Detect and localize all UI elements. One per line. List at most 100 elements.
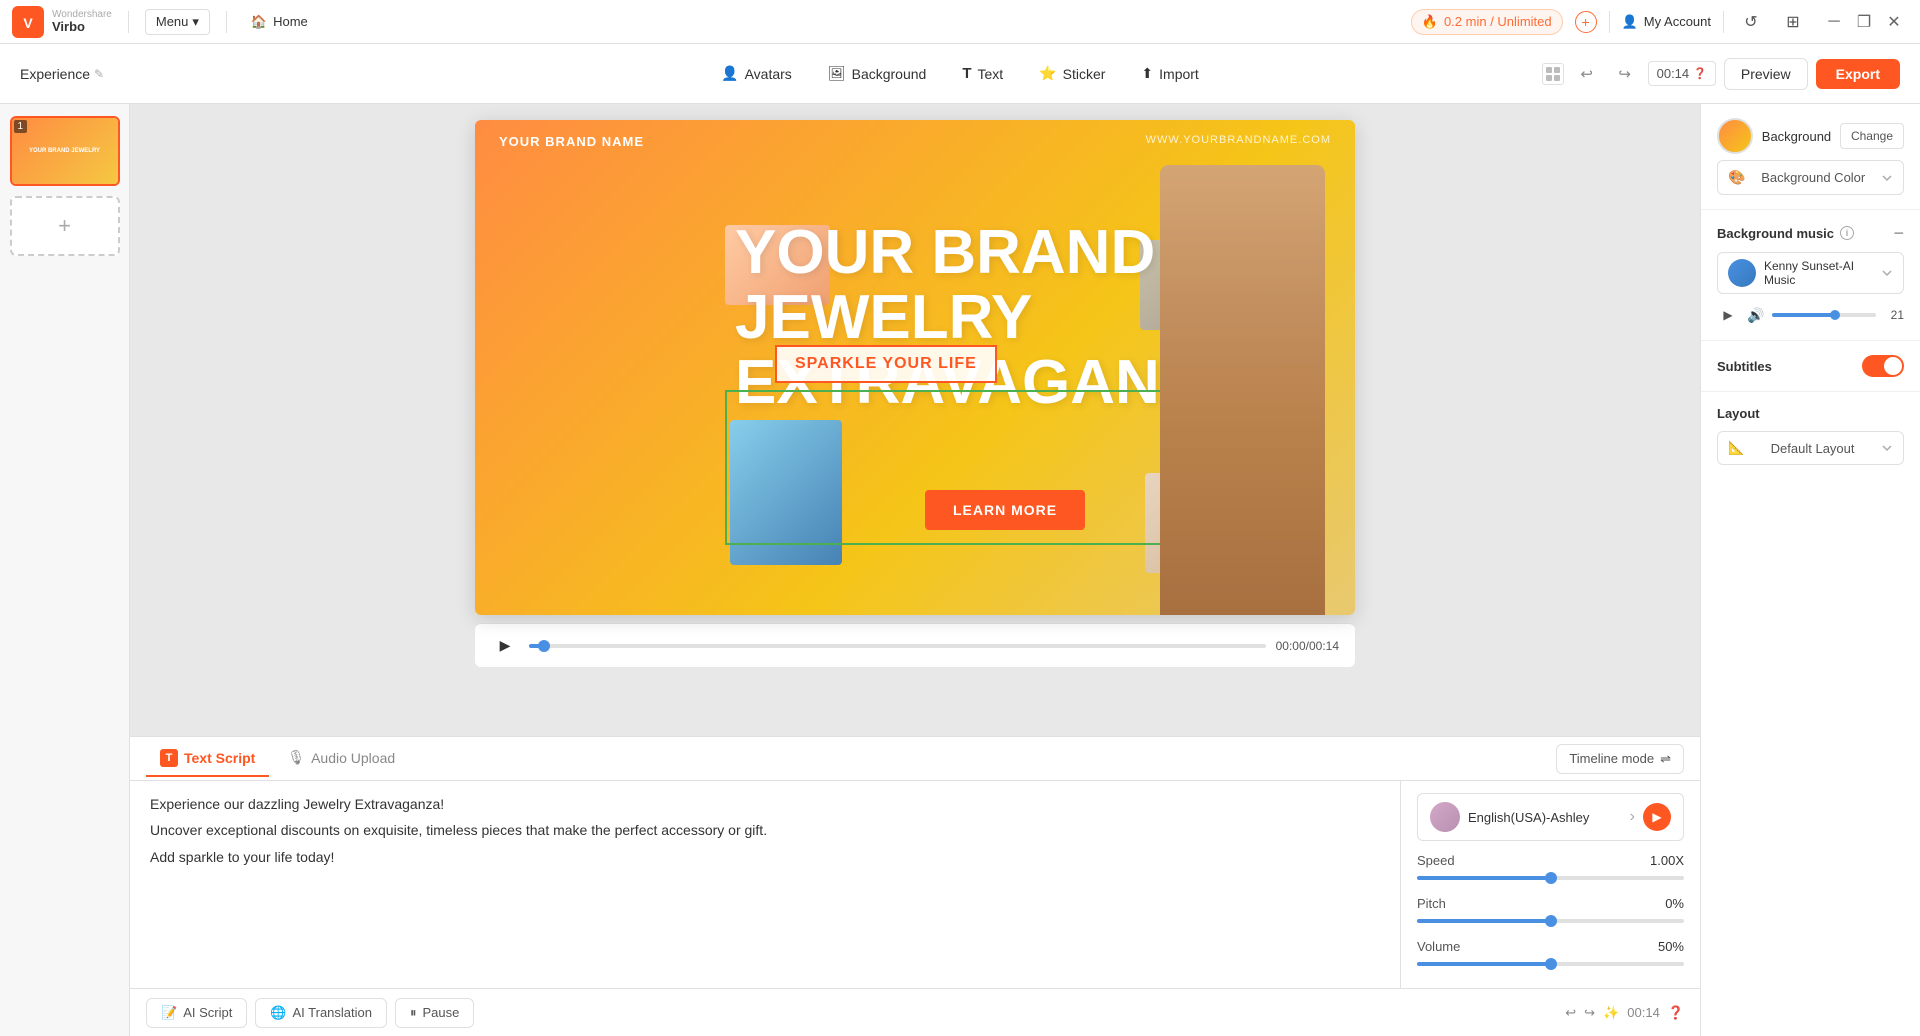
speed-slider-row: Speed 1.00X xyxy=(1417,853,1684,884)
tab-audio-upload[interactable]: 🎙 Audio Upload xyxy=(273,741,409,776)
ai-translation-button[interactable]: 🌐 AI Translation xyxy=(255,998,387,1028)
music-play-button[interactable]: ▶ xyxy=(1717,304,1739,326)
voice-play-button[interactable]: ▶ xyxy=(1643,803,1671,831)
text-script-icon: T xyxy=(160,749,178,767)
divider4 xyxy=(1723,11,1724,33)
music-controls: ▶ 🔊 21 xyxy=(1717,304,1904,326)
volume-icon: 🔊 xyxy=(1747,307,1764,324)
export-button[interactable]: Export xyxy=(1816,59,1900,89)
account-button[interactable]: 👤 My Account xyxy=(1622,14,1711,30)
background-section: Background Change 🎨 Background Color xyxy=(1701,104,1920,210)
script-line-1: Experience our dazzling Jewelry Extravag… xyxy=(150,793,1380,815)
background-color-dropdown[interactable]: 🎨 Background Color xyxy=(1717,160,1904,195)
avatar-figure xyxy=(1160,165,1325,615)
background-swatch[interactable] xyxy=(1717,118,1753,154)
sticker-icon: ⭐ xyxy=(1039,65,1056,82)
timeline-mode-button[interactable]: Timeline mode ⇌ xyxy=(1556,744,1684,774)
background-icon: 🖼 xyxy=(828,65,846,82)
progress-track[interactable] xyxy=(529,644,1266,648)
canvas-cta-button[interactable]: LEARN MORE xyxy=(925,490,1085,530)
canvas-website: WWW.YOURBRANDNAME.COM xyxy=(1146,134,1331,146)
subtitles-toggle[interactable] xyxy=(1862,355,1904,377)
user-icon: 👤 xyxy=(1622,14,1638,30)
canvas-wrapper: YOUR BRAND NAME WWW.YOURBRANDNAME.COM YO… xyxy=(475,120,1355,615)
music-volume-track[interactable] xyxy=(1772,313,1876,317)
preview-button[interactable]: Preview xyxy=(1724,58,1808,90)
add-credit-button[interactable]: + xyxy=(1575,11,1597,33)
remove-music-button[interactable]: − xyxy=(1893,224,1904,242)
canvas-background: YOUR BRAND NAME WWW.YOURBRANDNAME.COM YO… xyxy=(475,120,1355,615)
refresh-button[interactable]: ↺ xyxy=(1736,7,1766,37)
pitch-slider-row: Pitch 0% xyxy=(1417,896,1684,927)
right-panel: Background Change 🎨 Background Color Bac… xyxy=(1700,104,1920,1036)
grid-button[interactable]: ⊞ xyxy=(1778,7,1808,37)
info-icon: i xyxy=(1840,226,1854,240)
magic-button[interactable]: ✨ xyxy=(1603,1005,1619,1021)
undo-button[interactable]: ↩ xyxy=(1572,59,1602,89)
close-button[interactable]: ✕ xyxy=(1880,8,1908,36)
timeline-icon: ⇌ xyxy=(1660,751,1671,767)
import-tool[interactable]: ⬆ Import xyxy=(1125,57,1214,90)
toggle-thumb xyxy=(1884,357,1902,375)
redo-small-button[interactable]: ↪ xyxy=(1584,1005,1595,1021)
divider2 xyxy=(226,11,227,33)
add-slide-button[interactable]: + xyxy=(10,196,120,256)
canvas-area: YOUR BRAND NAME WWW.YOURBRANDNAME.COM YO… xyxy=(130,104,1700,736)
undo-small-button[interactable]: ↩ xyxy=(1565,1005,1576,1021)
music-selector[interactable]: Kenny Sunset-AI Music xyxy=(1717,252,1904,294)
slide-1-thumbnail[interactable]: YOUR BRAND JEWELRY 1 xyxy=(10,116,120,186)
pitch-slider[interactable] xyxy=(1417,919,1684,923)
play-button[interactable]: ▶ xyxy=(491,632,519,660)
layout-dropdown[interactable]: 📐 Default Layout xyxy=(1717,431,1904,465)
script-area[interactable]: Experience our dazzling Jewelry Extravag… xyxy=(130,781,1400,988)
timeline-bar: ▶ 00:00/00:14 xyxy=(475,623,1355,667)
chevron-right-icon: › xyxy=(1630,808,1635,826)
info-button[interactable]: ❓ xyxy=(1668,1005,1684,1021)
slide-panel: YOUR BRAND JEWELRY 1 + xyxy=(0,104,130,1036)
text-icon: T xyxy=(962,65,971,82)
background-tool[interactable]: 🖼 Background xyxy=(812,57,943,90)
redo-button[interactable]: ↪ xyxy=(1610,59,1640,89)
speed-slider[interactable] xyxy=(1417,876,1684,880)
canvas-brand-name: YOUR BRAND NAME xyxy=(499,134,644,149)
volume-slider-row: Volume 50% xyxy=(1417,939,1684,970)
subtitles-section: Subtitles xyxy=(1701,341,1920,392)
edit-icon: ✎ xyxy=(94,67,104,81)
avatars-tool[interactable]: 👤 Avatars xyxy=(705,57,808,90)
home-button[interactable]: 🏠 Home xyxy=(243,10,316,34)
tab-text-script[interactable]: T Text Script xyxy=(146,741,269,777)
menu-button[interactable]: Menu ▾ xyxy=(145,9,210,35)
top-bar-right: 🔥 0.2 min / Unlimited + 👤 My Account ↺ ⊞… xyxy=(1411,7,1908,37)
restore-button[interactable]: ❐ xyxy=(1850,8,1878,36)
layout-view-button[interactable] xyxy=(1542,63,1564,85)
sticker-tool[interactable]: ⭐ Sticker xyxy=(1023,57,1121,90)
chevron-down-icon xyxy=(1881,172,1893,184)
toolbar-center: 👤 Avatars 🖼 Background T Text ⭐ Sticker … xyxy=(705,57,1215,90)
ai-script-icon: 📝 xyxy=(161,1005,177,1021)
toolbar: Experience ✎ 👤 Avatars 🖼 Background T Te… xyxy=(0,44,1920,104)
chevron-down-icon-layout xyxy=(1881,442,1893,454)
ai-script-button[interactable]: 📝 AI Script xyxy=(146,998,247,1028)
svg-text:V: V xyxy=(23,15,33,31)
divider xyxy=(128,11,129,33)
minimize-button[interactable]: ─ xyxy=(1820,8,1848,36)
text-tool[interactable]: T Text xyxy=(946,57,1019,90)
time-small: 00:14 xyxy=(1627,1005,1660,1020)
chevron-down-icon-music xyxy=(1881,267,1893,279)
volume-slider[interactable] xyxy=(1417,962,1684,966)
microphone-icon: 🎙 xyxy=(287,749,305,766)
canvas-subtitle[interactable]: SPARKLE YOUR LIFE xyxy=(775,345,997,383)
canvas-avatar xyxy=(1160,165,1325,615)
pause-button[interactable]: ⏸ Pause xyxy=(395,998,474,1028)
canvas-image-3[interactable] xyxy=(730,420,842,565)
palette-icon: 🎨 xyxy=(1728,169,1745,186)
change-background-button[interactable]: Change xyxy=(1840,123,1904,149)
credit-badge: 🔥 0.2 min / Unlimited xyxy=(1411,9,1563,35)
layout-icon: 📐 xyxy=(1728,440,1744,456)
layout-section: Layout 📐 Default Layout xyxy=(1701,392,1920,479)
script-line-2: Uncover exceptional discounts on exquisi… xyxy=(150,819,1380,841)
progress-thumb[interactable] xyxy=(538,640,550,652)
voice-selector[interactable]: English(USA)-Ashley › ▶ xyxy=(1417,793,1684,841)
app-logo: V xyxy=(12,6,44,38)
bottom-right-controls: ↩ ↪ ✨ 00:14 ❓ xyxy=(1565,1005,1684,1021)
